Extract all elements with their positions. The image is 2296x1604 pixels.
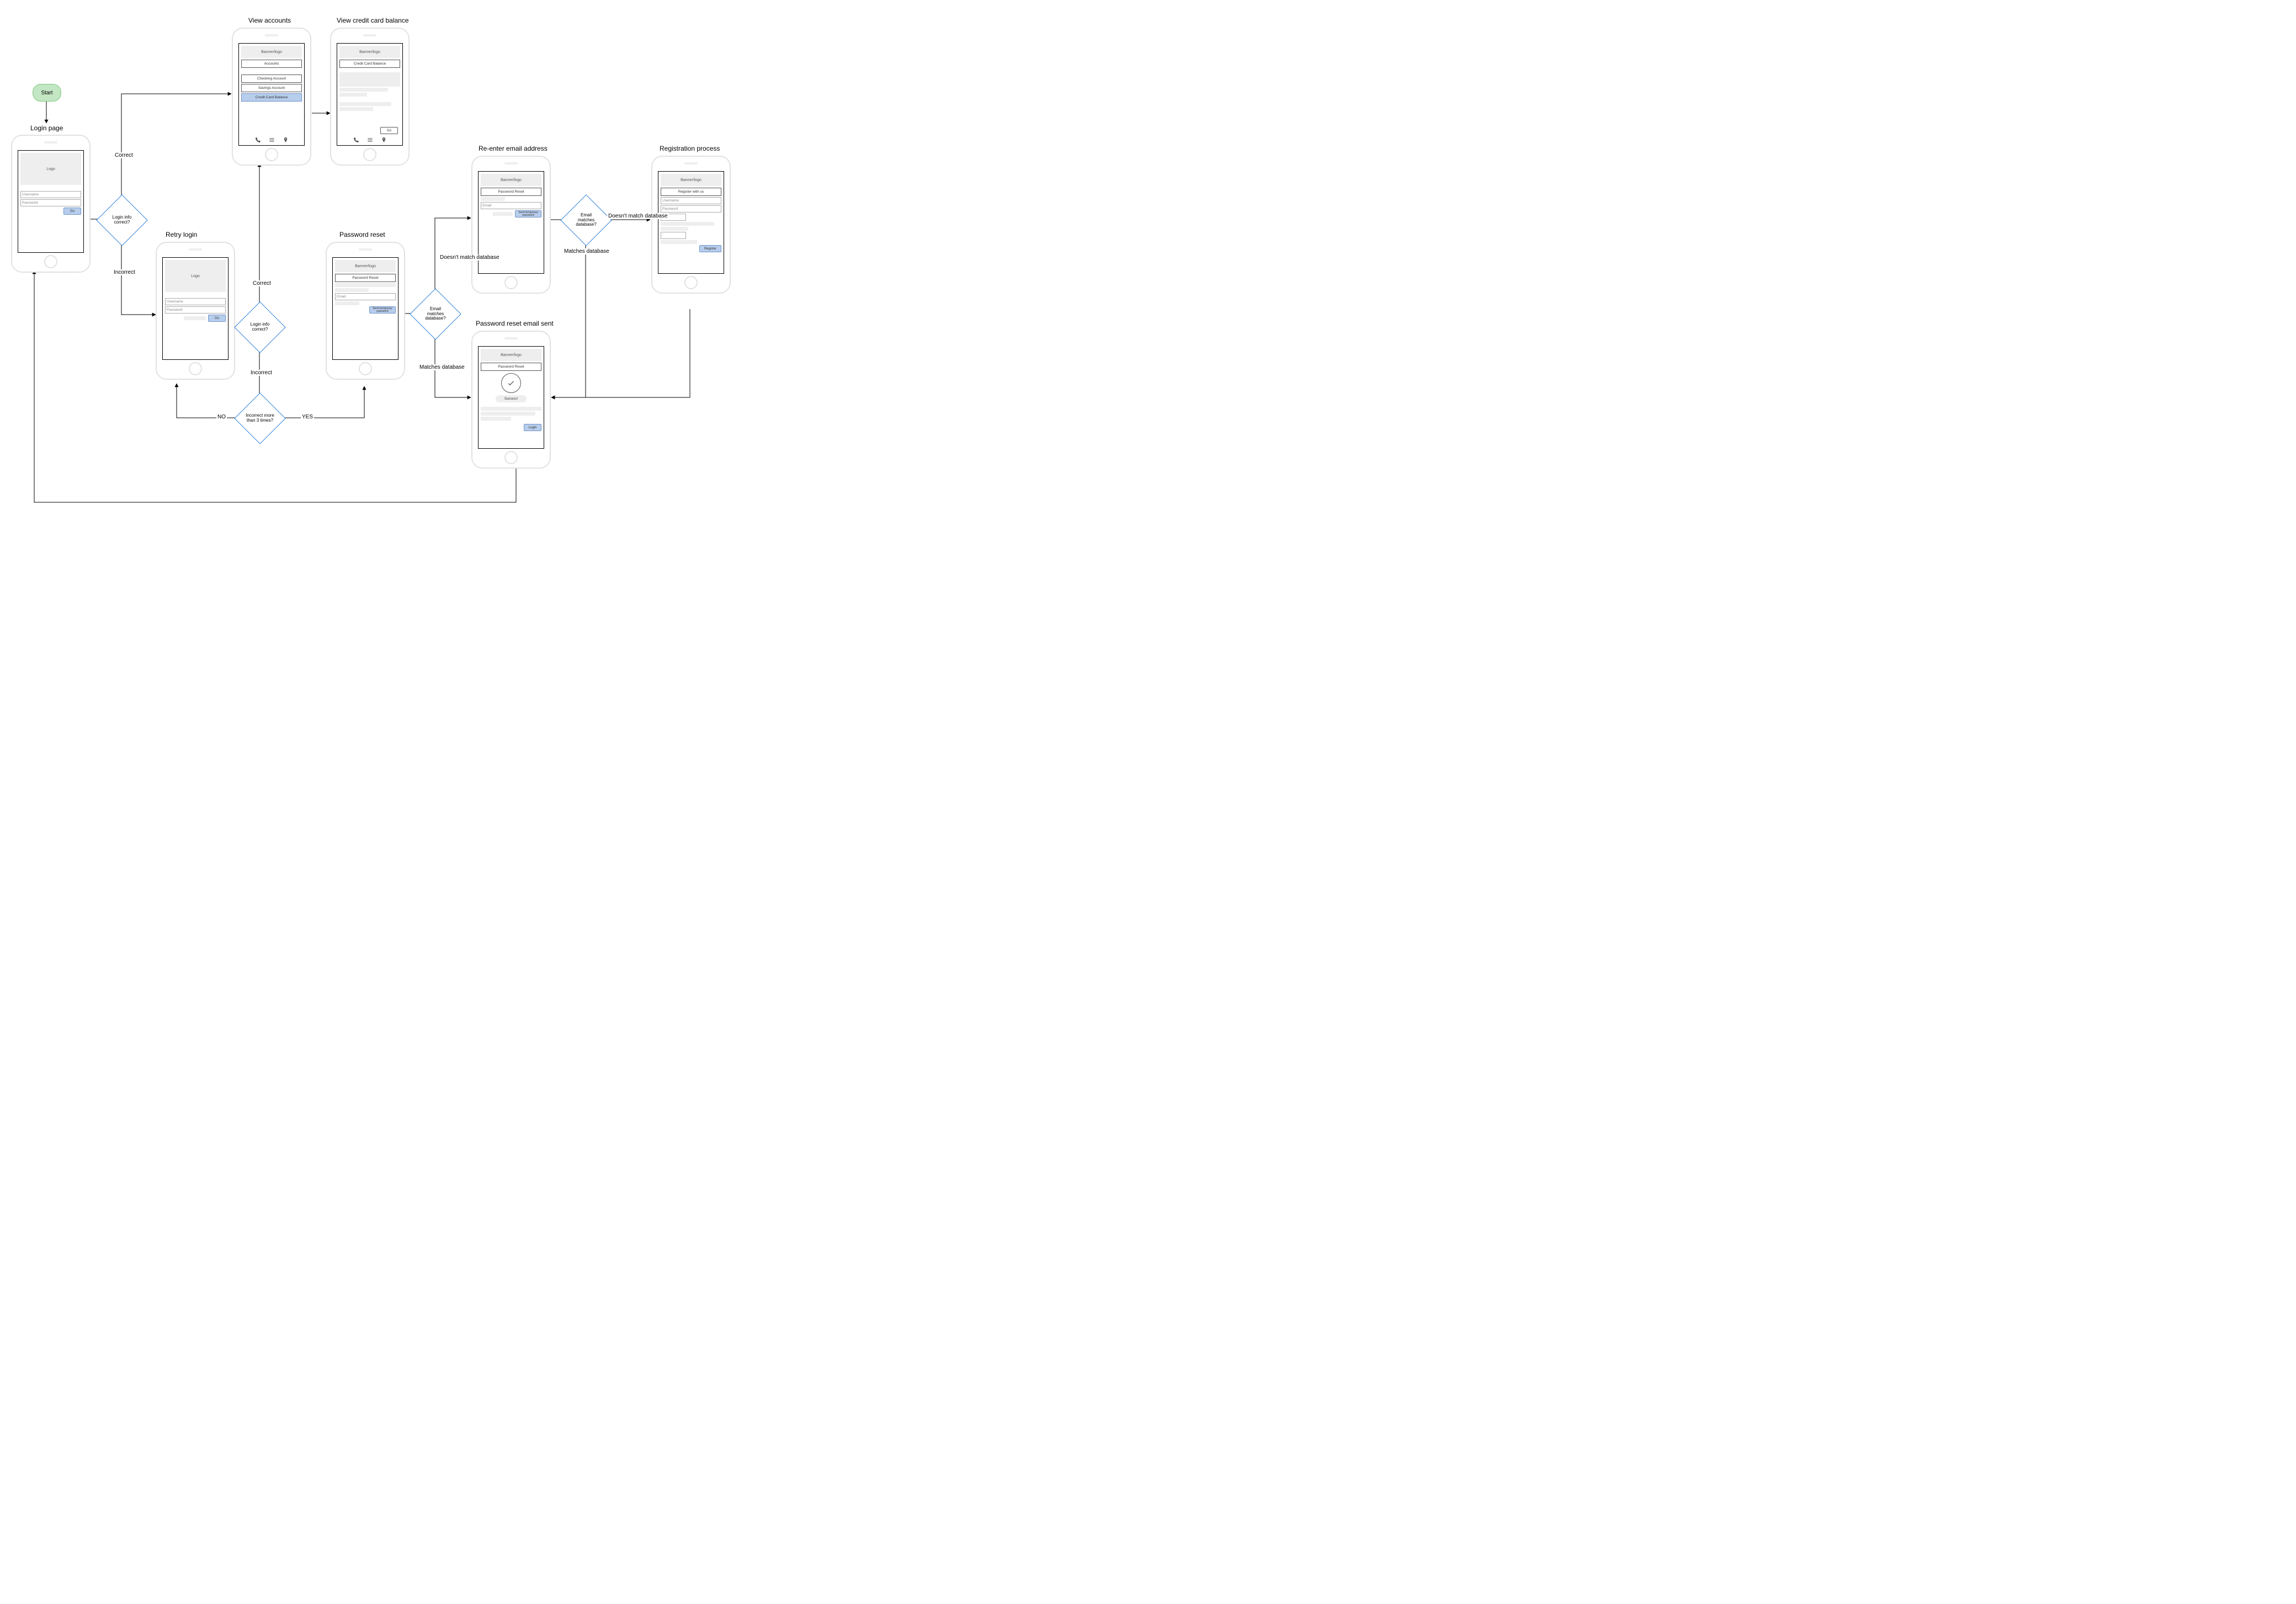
title-accounts: View accounts	[248, 17, 291, 24]
edge-no: NO	[216, 414, 227, 420]
phone-icon[interactable]	[255, 137, 261, 143]
register-button[interactable]: Register	[699, 245, 721, 252]
banner: Banner/logo	[481, 174, 541, 186]
decision-three-times: Incorrect more than 3 times?	[234, 392, 285, 444]
phone-cc: Banner/logo Credit Card Balance Go	[330, 28, 410, 166]
edge-correct-1: Correct	[114, 152, 134, 158]
banner: Banner/logo	[481, 349, 541, 361]
edge-matches-1: Matches database	[418, 364, 466, 370]
go-button[interactable]: Go	[208, 315, 226, 322]
edge-notmatch-2: Doesn't match database	[607, 213, 669, 219]
username-field[interactable]: Username	[165, 298, 226, 305]
go-button[interactable]: Go	[63, 208, 81, 215]
cc-header: Credit Card Balance	[339, 60, 400, 68]
location-icon[interactable]	[283, 137, 289, 143]
edge-incorrect-1: Incorrect	[113, 269, 136, 275]
pwreset-header: Password Reset	[481, 188, 541, 196]
decision-email-2: Email matches database?	[560, 194, 612, 246]
small-field-2[interactable]	[661, 232, 686, 239]
phone-pwreset: Banner/logo Password Reset Email Send te…	[326, 242, 405, 380]
password-field[interactable]: Password	[165, 306, 226, 314]
pwreset-header: Password Reset	[335, 274, 396, 282]
decision-login-1: Login info correct?	[96, 194, 147, 246]
username-field[interactable]: Username	[20, 191, 81, 198]
phone-reenter: Banner/logo Password Reset Email Send te…	[471, 156, 551, 294]
banner: Banner/logo	[339, 46, 400, 58]
pwreset-header: Password Reset	[481, 363, 541, 371]
password-field[interactable]: Password	[20, 199, 81, 206]
decision-login-2: Login info correct?	[234, 301, 285, 353]
phone-pwsent: Banner/logo Password Reset Success! Logi…	[471, 331, 551, 469]
start-label: Start	[41, 90, 52, 96]
checking-button[interactable]: Checking Account	[241, 75, 302, 83]
flow-diagram: Start Login page Logo Username Password …	[0, 0, 850, 596]
edge-correct-2: Correct	[252, 280, 272, 286]
banner: Banner/logo	[241, 46, 302, 58]
success-badge: Success!	[496, 395, 527, 402]
email-field[interactable]: Email	[335, 293, 396, 300]
title-login: Login page	[30, 124, 63, 132]
phone-login: Logo Username Password Go	[11, 135, 91, 273]
edge-notmatch-1: Doesn't match database	[439, 254, 501, 261]
login-button[interactable]: Login	[524, 424, 541, 431]
title-register: Registration process	[660, 145, 720, 152]
phone-icon[interactable]	[353, 137, 359, 143]
menu-icon[interactable]	[269, 137, 275, 143]
edge-incorrect-2: Incorrect	[249, 370, 273, 376]
register-header: Register with us	[661, 188, 721, 196]
banner: Banner/logo	[335, 260, 396, 272]
title-pwreset: Password reset	[339, 231, 385, 238]
logo-block: Logo	[165, 260, 226, 292]
go-button[interactable]: Go	[380, 127, 398, 134]
edge-yes: YES	[301, 414, 314, 420]
credit-card-button[interactable]: Credit Card Balance	[241, 93, 302, 102]
accounts-header: Accounts	[241, 60, 302, 68]
menu-icon[interactable]	[367, 137, 373, 143]
phone-register: Banner/logo Register with us Username Pa…	[651, 156, 731, 294]
title-retry: Retry login	[166, 231, 197, 238]
banner: Banner/logo	[661, 174, 721, 186]
phone-retry: Logo Username Password Go	[156, 242, 235, 380]
decision-email-1: Email matches database?	[410, 288, 461, 339]
email-field[interactable]: Email	[481, 202, 541, 209]
title-cc: View credit card balance	[337, 17, 409, 24]
send-temp-password-button[interactable]: Send temporary password	[515, 210, 541, 217]
logo-block: Logo	[20, 153, 81, 185]
checkmark-icon	[501, 373, 521, 393]
username-field[interactable]: Username	[661, 197, 721, 204]
start-node: Start	[33, 84, 61, 102]
location-icon[interactable]	[381, 137, 387, 143]
title-reenter: Re-enter email address	[479, 145, 548, 152]
title-pwsent: Password reset email sent	[476, 320, 554, 327]
savings-button[interactable]: Savings Account	[241, 84, 302, 92]
edge-matches-2: Matches database	[563, 248, 610, 254]
password-field[interactable]: Password	[661, 205, 721, 213]
send-temp-password-button[interactable]: Send temporary password	[369, 306, 396, 314]
phone-accounts: Banner/logo Accounts Checking Account Sa…	[232, 28, 311, 166]
